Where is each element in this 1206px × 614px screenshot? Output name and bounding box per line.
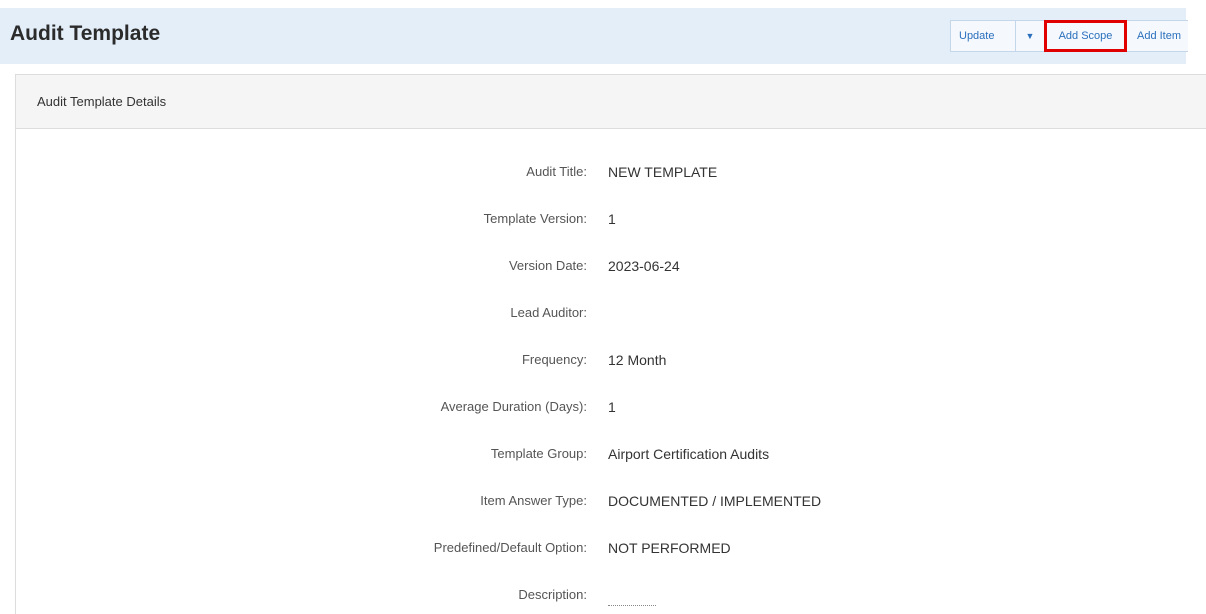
field-label: Frequency:: [521, 352, 587, 367]
field-item-answer-type: Item Answer Type: DOCUMENTED / IMPLEMENT…: [16, 493, 1206, 515]
field-template-group: Template Group: Airport Certification Au…: [16, 446, 1206, 468]
field-label: Template Group:: [490, 446, 587, 461]
field-frequency: Frequency: 12 Month: [16, 352, 1206, 374]
field-value: 2023-06-24: [608, 258, 680, 274]
field-audit-title: Audit Title: NEW TEMPLATE: [16, 164, 1206, 186]
field-value: DOCUMENTED / IMPLEMENTED: [608, 493, 822, 509]
field-label: Item Answer Type:: [480, 493, 587, 508]
add-item-button[interactable]: Add Item: [1126, 20, 1188, 52]
page-header: Audit Template Update ▼ Add Scope Add It…: [0, 8, 1188, 64]
field-value: NOT PERFORMED: [608, 540, 731, 556]
field-label: Average Duration (Days):: [440, 399, 587, 414]
field-value: 1: [608, 211, 616, 227]
field-value: 12 Month: [608, 352, 667, 368]
add-scope-button[interactable]: Add Scope: [1044, 20, 1127, 52]
field-value: Airport Certification Audits: [608, 446, 770, 462]
field-label: Predefined/Default Option:: [433, 540, 587, 555]
field-value: 1: [608, 399, 616, 415]
field-lead-auditor: Lead Auditor:: [16, 305, 1206, 327]
field-description: Description:: [16, 587, 1206, 609]
field-average-duration: Average Duration (Days): 1: [16, 399, 1206, 421]
field-label: Version Date:: [508, 258, 587, 273]
description-empty-placeholder[interactable]: [608, 605, 656, 606]
toolbar: Update ▼ Add Scope Add Item: [950, 20, 1188, 52]
field-version-date: Version Date: 2023-06-24: [16, 258, 1206, 280]
field-label: Lead Auditor:: [510, 305, 587, 320]
field-label: Description:: [518, 587, 587, 602]
update-button[interactable]: Update: [950, 20, 1016, 52]
field-predefined-default-option: Predefined/Default Option: NOT PERFORMED: [16, 540, 1206, 562]
field-template-version: Template Version: 1: [16, 211, 1206, 233]
page-title: Audit Template: [10, 22, 161, 45]
update-dropdown-caret-icon[interactable]: ▼: [1015, 20, 1045, 52]
field-label: Template Version:: [483, 211, 587, 226]
audit-template-page: Audit Template Update ▼ Add Scope Add It…: [0, 0, 1206, 614]
panel-heading: Audit Template Details: [16, 75, 1206, 129]
audit-template-details-panel: Audit Template Details Audit Title: NEW …: [15, 74, 1206, 614]
field-label: Audit Title:: [526, 164, 587, 179]
field-value: NEW TEMPLATE: [608, 164, 718, 180]
